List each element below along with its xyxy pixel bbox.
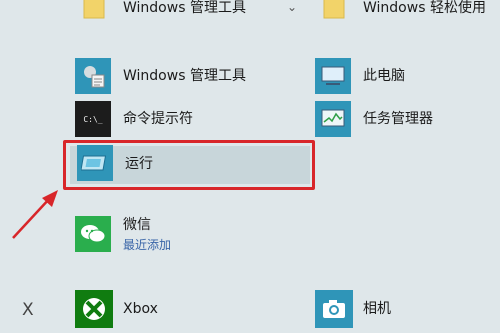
chevron-down-icon[interactable]: ⌄ [287,0,297,14]
wechat-icon [75,216,111,252]
app-this-pc[interactable]: 此电脑 [315,58,500,98]
app-camera[interactable]: 相机 [315,290,500,330]
app-label: Windows 管理工具 [123,0,246,16]
app-windows-admin-tools[interactable]: Windows 管理工具 [75,58,315,98]
app-label: 任务管理器 [363,111,433,127]
app-task-manager[interactable]: 任务管理器 [315,101,500,141]
app-windows-ease-folder[interactable]: Windows 轻松使用 [315,0,500,26]
arrow-annotation [12,190,58,239]
app-windows-admin-tools-folder[interactable]: Windows 管理工具 ⌄ [75,0,315,26]
section-letter-x[interactable]: X [22,300,34,320]
app-label: 此电脑 [363,68,405,84]
app-label: Windows 轻松使用 [363,0,486,16]
terminal-icon: C:\_ [75,101,111,137]
app-command-prompt[interactable]: C:\_ 命令提示符 [75,101,315,141]
highlight-box [63,140,315,190]
app-label: 相机 [363,301,391,317]
computer-icon [315,58,351,94]
recently-added-label: 最近添加 [123,238,172,252]
app-xbox[interactable]: Xbox [75,290,315,330]
terminal-icon-text: C:\_ [83,114,103,124]
admin-tools-icon [75,58,111,94]
app-label: 命令提示符 [123,111,193,127]
app-label: 微信 [123,217,151,233]
app-label: Xbox [123,301,158,317]
folder-icon [78,0,110,22]
folder-icon [318,0,350,22]
app-label: Windows 管理工具 [123,68,246,84]
xbox-icon [75,290,113,328]
app-wechat[interactable]: 微信 最近添加 [75,216,315,256]
task-manager-icon [315,101,351,137]
camera-icon [315,290,353,328]
